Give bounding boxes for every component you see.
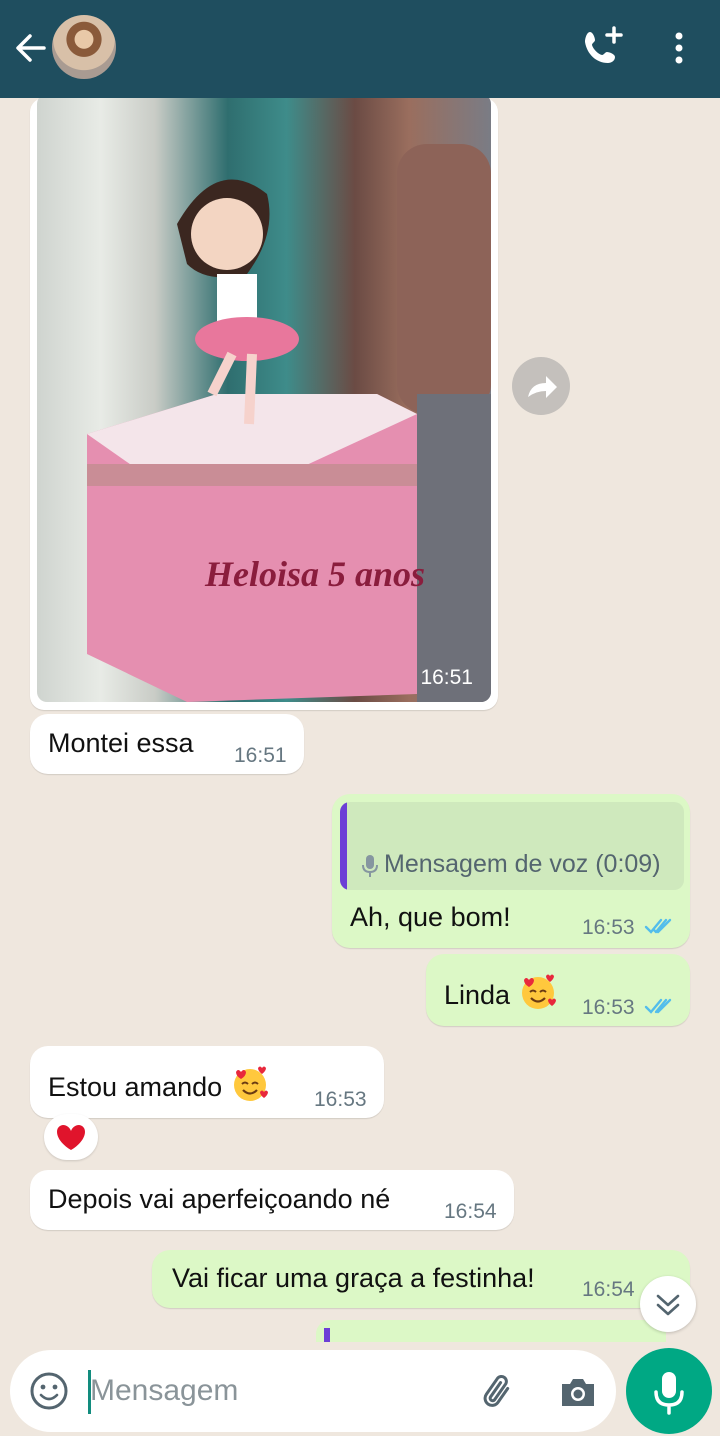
- emoji-icon[interactable]: [28, 1370, 70, 1412]
- quoted-text: Mensagem de voz (0:09): [384, 850, 661, 878]
- message-text: Estou amando: [48, 1072, 223, 1102]
- message-text: Linda: [444, 980, 511, 1010]
- message-text: Ah, que bom!: [350, 902, 511, 932]
- message-bubble-out-partial[interactable]: [316, 1320, 666, 1342]
- message-bubble-out[interactable]: Mensagem de voz (0:09) Ah, que bom! 16:5…: [332, 794, 690, 948]
- mic-icon: [654, 1372, 684, 1415]
- double-chevron-down-icon: [656, 1294, 680, 1316]
- photo-illustration: Heloisa 5 anos: [87, 144, 491, 702]
- message-photo[interactable]: Heloisa 5 anos 16:51: [37, 98, 491, 702]
- camera-icon[interactable]: [558, 1372, 598, 1412]
- voice-record-button[interactable]: [626, 1348, 712, 1434]
- mic-icon: [362, 855, 378, 877]
- message-text: Montei essa: [48, 728, 194, 758]
- message-text-line: Linda: [444, 972, 558, 1012]
- message-list[interactable]: Heloisa 5 anos 16:51 Montei essa 16:51 M…: [0, 98, 720, 1342]
- reaction-badge[interactable]: [44, 1114, 98, 1160]
- message-bubble-in[interactable]: Montei essa 16:51: [30, 714, 304, 774]
- message-bubble-out[interactable]: Linda 16:53: [426, 954, 690, 1026]
- message-time: 16:51: [234, 744, 287, 767]
- forward-icon: [528, 376, 557, 398]
- message-text-line: Estou amando: [48, 1064, 270, 1104]
- chat-header: [0, 0, 720, 98]
- quote-bar: [324, 1328, 330, 1342]
- forward-button[interactable]: [512, 357, 570, 415]
- quoted-voice-message[interactable]: Mensagem de voz (0:09): [340, 802, 684, 890]
- heart-icon: [57, 1125, 85, 1150]
- smiling-face-with-hearts-icon: [233, 1066, 268, 1101]
- smiling-face-with-hearts-icon: [521, 974, 556, 1009]
- message-bubble-in[interactable]: Estou amando 16:53: [30, 1046, 384, 1118]
- read-ticks-icon: [644, 918, 672, 934]
- message-time: 16:53: [314, 1088, 367, 1111]
- photo-caption-name: Heloisa 5 anos: [204, 554, 425, 594]
- read-ticks-icon: [644, 998, 672, 1014]
- message-time: 16:51: [420, 666, 473, 689]
- message-composer: Mensagem: [10, 1350, 616, 1432]
- message-bubble-out[interactable]: Vai ficar uma graça a festinha! 16:54: [152, 1250, 690, 1308]
- more-vertical-icon[interactable]: [662, 28, 696, 68]
- message-bubble-in[interactable]: Depois vai aperfeiçoando né 16:54: [30, 1170, 514, 1230]
- message-time: 16:53: [582, 996, 635, 1019]
- contact-avatar[interactable]: [52, 15, 116, 79]
- message-input[interactable]: Mensagem: [90, 1374, 238, 1408]
- quote-bar: [340, 802, 347, 890]
- message-time: 16:53: [582, 916, 635, 939]
- message-time: 16:54: [444, 1200, 497, 1223]
- paperclip-icon[interactable]: [478, 1370, 520, 1412]
- message-time: 16:54: [582, 1278, 635, 1301]
- add-call-icon[interactable]: [578, 24, 626, 72]
- image-message[interactable]: Heloisa 5 anos 16:51: [30, 98, 498, 710]
- scroll-to-bottom-button[interactable]: [640, 1276, 696, 1332]
- arrow-left-icon[interactable]: [10, 28, 50, 68]
- message-text: Depois vai aperfeiçoando né: [48, 1184, 391, 1214]
- message-text: Vai ficar uma graça a festinha!: [172, 1263, 535, 1293]
